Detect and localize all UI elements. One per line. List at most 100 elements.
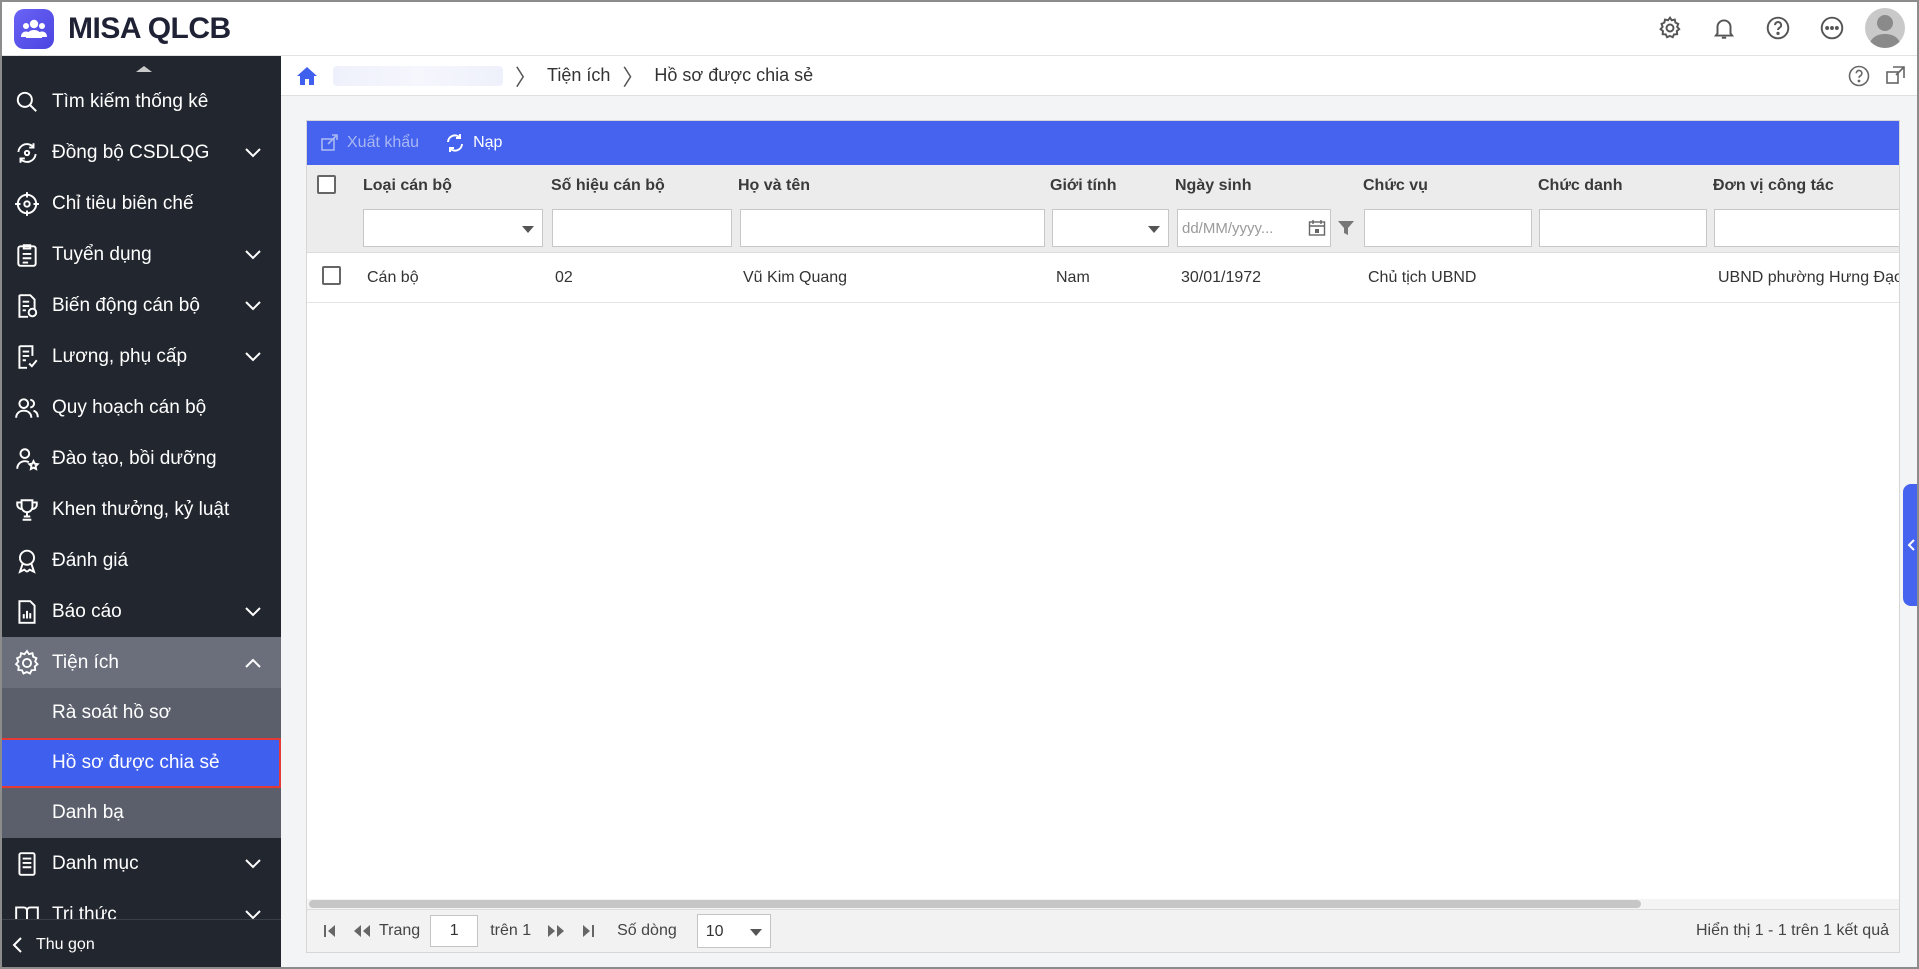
bell-icon[interactable]: [1697, 8, 1751, 48]
refresh-icon: [447, 134, 464, 152]
calendar-icon[interactable]: [1308, 219, 1326, 237]
help-icon[interactable]: [1751, 8, 1805, 48]
column-header[interactable]: Số hiệu cán bộ: [551, 177, 665, 195]
filter-position-input[interactable]: [1364, 209, 1532, 247]
filter-row: dd/MM/yyyy...: [307, 205, 1899, 253]
side-panel-toggle[interactable]: [1903, 484, 1919, 606]
filter-staff-number-input[interactable]: [552, 209, 732, 247]
sidebar-item-label: Biến động cán bộ: [52, 294, 200, 316]
previous-page-icon[interactable]: [351, 920, 373, 942]
sidebar-subitem-directory[interactable]: Danh bạ: [0, 788, 281, 838]
cell-unit: UBND phường Hưng Đạo: [1718, 269, 1899, 286]
page-label: Trang: [379, 922, 421, 939]
column-header[interactable]: Ngày sinh: [1175, 177, 1251, 195]
home-icon[interactable]: [295, 64, 319, 88]
user-avatar[interactable]: [1865, 8, 1905, 48]
filter-full-name-input[interactable]: [740, 209, 1045, 247]
sidebar-item-utilities[interactable]: Tiện ích: [0, 637, 281, 688]
sidebar-item-label: Lương, phụ cấp: [52, 345, 188, 367]
reload-button[interactable]: Nạp: [445, 133, 502, 153]
settings-gear-icon[interactable]: [1643, 8, 1697, 48]
cell-gender: Nam: [1056, 269, 1090, 286]
payroll-icon: [12, 342, 42, 372]
app-logo-icon[interactable]: [14, 9, 54, 49]
scroll-up-indicator[interactable]: [124, 66, 164, 72]
sidebar-item-rewards[interactable]: Khen thưởng, kỷ luật: [0, 484, 281, 535]
column-header[interactable]: Họ và tên: [738, 177, 810, 195]
export-button[interactable]: Xuất khẩu: [321, 134, 419, 152]
sidebar-item-sync[interactable]: Đồng bộ CSDLQG: [0, 127, 281, 178]
next-page-icon[interactable]: [545, 920, 567, 942]
sidebar-item-label: Chỉ tiêu biên chế: [52, 192, 194, 214]
report-icon: [12, 597, 42, 627]
chevron-down-icon: [241, 243, 265, 267]
first-page-icon[interactable]: [319, 920, 341, 942]
row-checkbox[interactable]: [322, 266, 341, 285]
table-row[interactable]: Cán bộ 02 Vũ Kim Quang Nam 30/01/1972 Ch…: [307, 253, 1899, 303]
chevron-left-icon: [12, 936, 22, 953]
cell-staff-number: 02: [555, 269, 573, 286]
sidebar-subitem-label: Rà soát hồ sơ: [52, 702, 172, 723]
sidebar-item-planning[interactable]: Quy hoạch cán bộ: [0, 382, 281, 433]
sidebar-item-personnel-changes[interactable]: Biến động cán bộ: [0, 280, 281, 331]
column-header[interactable]: Chức danh: [1538, 177, 1622, 195]
sidebar-item-reports[interactable]: Báo cáo: [0, 586, 281, 637]
sidebar-subitem-review-records[interactable]: Rà soát hồ sơ: [0, 688, 281, 738]
shared-records-panel: Xuất khẩu Nạp Loại cán bộ Số hiệu cán bộ…: [306, 120, 1900, 953]
sidebar-item-recruitment[interactable]: Tuyển dụng: [0, 229, 281, 280]
filter-birthdate-input[interactable]: dd/MM/yyyy...: [1177, 209, 1331, 247]
last-page-icon[interactable]: [577, 920, 599, 942]
breadcrumb-item-current: Hồ sơ được chia sẻ: [654, 65, 814, 85]
sidebar-subitem-shared-records[interactable]: Hồ sơ được chia sẻ: [0, 738, 281, 788]
document-icon: [12, 291, 42, 321]
column-header[interactable]: Loại cán bộ: [363, 177, 452, 195]
clipboard-icon: [12, 240, 42, 270]
cell-staff-type: Cán bộ: [367, 269, 419, 286]
top-bar: MISA QLCB: [0, 0, 1919, 56]
sidebar-item-search[interactable]: Tìm kiếm thống kê: [0, 76, 281, 127]
select-all-checkbox[interactable]: [317, 175, 336, 194]
rows-per-page-select[interactable]: 10: [696, 914, 771, 948]
sidebar-collapse-button[interactable]: Thu gọn: [0, 919, 281, 969]
sidebar-item-label: Đồng bộ CSDLQG: [52, 141, 210, 163]
sidebar-item-training[interactable]: Đào tạo, bồi dưỡng: [0, 433, 281, 484]
sidebar-item-label: Danh mục: [52, 852, 139, 874]
award-icon: [12, 546, 42, 576]
sidebar-item-catalog[interactable]: Danh mục: [0, 838, 281, 889]
sidebar-item-evaluation[interactable]: Đánh giá: [0, 535, 281, 586]
filter-gender-select[interactable]: [1052, 209, 1169, 247]
horizontal-scrollbar[interactable]: [307, 899, 1899, 909]
more-icon[interactable]: [1805, 8, 1859, 48]
export-label: Xuất khẩu: [347, 134, 420, 151]
gear-icon: [12, 648, 42, 678]
sidebar-item-label: Đánh giá: [52, 549, 129, 571]
trophy-icon: [12, 495, 42, 525]
user-star-icon: [12, 444, 42, 474]
column-header[interactable]: Chức vụ: [1363, 177, 1428, 195]
help-icon[interactable]: [1847, 64, 1871, 93]
table-header: Loại cán bộ Số hiệu cán bộ Họ và tên Giớ…: [307, 165, 1899, 205]
column-header[interactable]: Giới tính: [1050, 177, 1116, 195]
column-header[interactable]: Đơn vị công tác: [1713, 177, 1834, 195]
filter-staff-type-select[interactable]: [363, 209, 543, 247]
chevron-up-icon: [241, 651, 265, 675]
popout-icon[interactable]: [1885, 64, 1907, 93]
filter-unit-input[interactable]: [1714, 209, 1899, 247]
chevron-left-icon: [1907, 539, 1915, 551]
filter-title-input[interactable]: [1539, 209, 1707, 247]
filter-icon[interactable]: [1337, 219, 1355, 237]
scrollbar-thumb[interactable]: [309, 900, 1641, 908]
breadcrumb: 〉 Tiện ích 〉 Hồ sơ được chia sẻ: [281, 56, 1917, 96]
breadcrumb-item-utilities[interactable]: Tiện ích: [547, 65, 610, 86]
sidebar-item-staffing[interactable]: Chỉ tiêu biên chế: [0, 178, 281, 229]
breadcrumb-separator: 〉: [515, 64, 538, 90]
page-number-input[interactable]: 1: [430, 915, 479, 947]
result-summary: Hiển thị 1 - 1 trên 1 kết quả: [1696, 922, 1889, 939]
collapse-label: Thu gọn: [36, 935, 95, 953]
sidebar-item-label: Đào tạo, bồi dưỡng: [52, 447, 217, 469]
cell-full-name: Vũ Kim Quang: [743, 269, 848, 286]
rows-per-page-label: Số dòng: [617, 922, 677, 939]
sidebar-item-salary[interactable]: Lương, phụ cấp: [0, 331, 281, 382]
sidebar-item-label: Tiện ích: [52, 651, 119, 673]
breadcrumb-separator: 〉: [622, 64, 645, 90]
